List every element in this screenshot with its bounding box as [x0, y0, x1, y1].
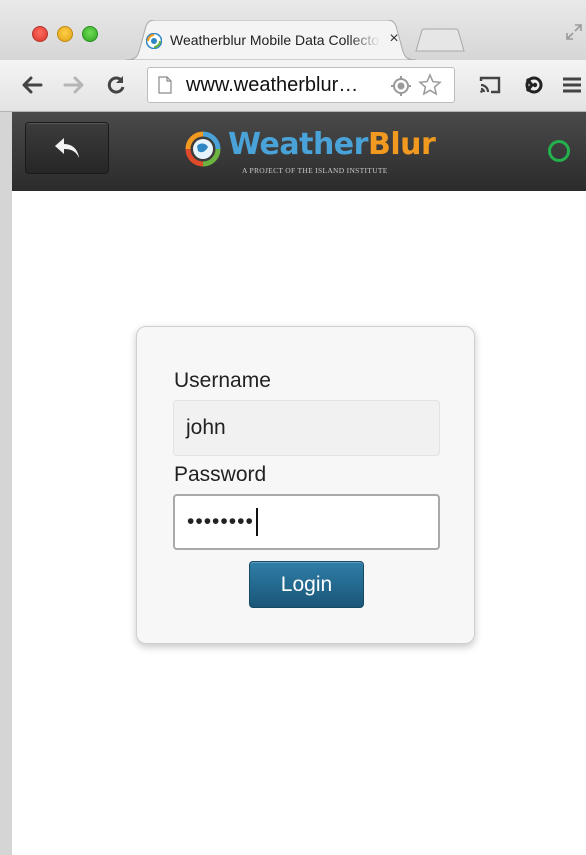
address-bar[interactable]: www.weatherblur…: [147, 67, 455, 103]
close-window-button[interactable]: [32, 26, 48, 42]
tab-close-icon[interactable]: ×: [386, 30, 402, 48]
browser-toolbar: www.weatherblur…: [0, 60, 586, 112]
minimize-window-button[interactable]: [57, 26, 73, 42]
password-masked-value: ••••••••: [187, 510, 254, 533]
username-value: john: [186, 416, 226, 439]
app-header: WeatherBlur A PROJECT OF THE ISLAND INST…: [12, 112, 586, 191]
forward-arrow-icon[interactable]: [60, 71, 88, 99]
login-button[interactable]: Login: [249, 561, 364, 608]
new-tab-icon[interactable]: [414, 28, 466, 52]
back-button[interactable]: [25, 122, 109, 174]
logo-weather-text: Weather: [228, 127, 368, 162]
weatherblur-logo: WeatherBlur A PROJECT OF THE ISLAND INST…: [184, 126, 444, 180]
globe-favicon-icon: [146, 33, 162, 49]
password-field[interactable]: ••••••••: [173, 494, 440, 550]
logo-globe-icon: [185, 131, 221, 167]
logo-tagline: A PROJECT OF THE ISLAND INSTITUTE: [242, 166, 388, 175]
reply-arrow-icon: [55, 138, 79, 158]
reload-icon[interactable]: [102, 71, 130, 99]
password-label: Password: [174, 463, 267, 486]
tab-title: Weatherblur Mobile Data Collector: [170, 32, 380, 48]
extension-icon[interactable]: [520, 71, 548, 99]
window-edge: [0, 112, 12, 855]
back-arrow-icon[interactable]: [18, 71, 46, 99]
cast-icon[interactable]: [476, 71, 504, 99]
text-caret: [255, 508, 258, 536]
login-panel: Username john Password •••••••• Login: [136, 326, 475, 644]
browser-tab[interactable]: Weatherblur Mobile Data Collector ×: [126, 20, 416, 60]
logo-blur-text: Blur: [367, 127, 436, 162]
app-content: Username john Password •••••••• Login: [12, 191, 586, 855]
menu-icon[interactable]: [558, 71, 586, 99]
location-icon[interactable]: [390, 75, 412, 97]
connection-status-icon: [548, 140, 570, 162]
page-icon: [158, 76, 172, 94]
username-label: Username: [174, 369, 271, 392]
logo-text: WeatherBlur: [228, 127, 436, 162]
url-text: www.weatherblur…: [186, 74, 359, 96]
browser-tab-strip: Weatherblur Mobile Data Collector ×: [0, 0, 586, 60]
bookmark-star-icon[interactable]: [418, 73, 442, 97]
username-field[interactable]: john: [173, 400, 440, 456]
maximize-window-button[interactable]: [82, 26, 98, 42]
fullscreen-icon[interactable]: [564, 22, 584, 42]
